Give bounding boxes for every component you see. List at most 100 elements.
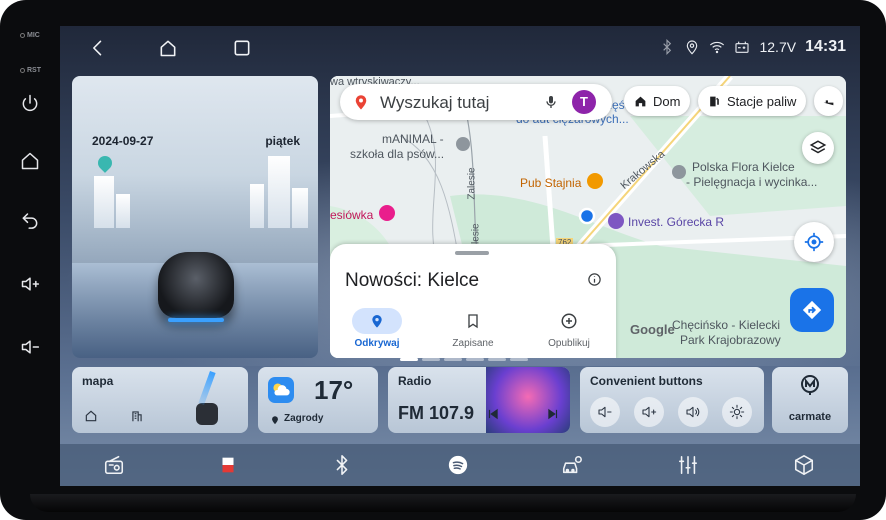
- chip-gas-stations[interactable]: Stacje paliw: [698, 86, 807, 116]
- bluetooth-icon: [336, 455, 348, 475]
- page-indicator: [400, 358, 528, 361]
- previous-track-icon[interactable]: [486, 407, 500, 421]
- sheet-handle[interactable]: [455, 251, 489, 255]
- next-track-icon[interactable]: [546, 407, 560, 421]
- tab-explore[interactable]: Odkrywaj: [332, 308, 422, 349]
- location-icon: [687, 40, 698, 55]
- map-poi-label[interactable]: Polska Flora Kielce: [692, 160, 795, 174]
- chip-home[interactable]: Dom: [624, 86, 691, 116]
- office-building-icon[interactable]: [130, 409, 144, 423]
- home-icon: [160, 40, 176, 57]
- dock-bluetooth-button[interactable]: [330, 453, 354, 477]
- bluetooth-icon: [663, 39, 672, 55]
- tab-label: Odkrywaj: [354, 338, 400, 349]
- page-dot: [400, 358, 418, 361]
- chip-label: Dom: [653, 93, 681, 109]
- dock-equalizer-button[interactable]: [676, 453, 700, 477]
- dock-3d-app-button[interactable]: [792, 453, 816, 477]
- rst-button[interactable]: RST: [20, 67, 41, 74]
- location-pin-icon: [95, 153, 115, 173]
- radio-widget[interactable]: Radio FM 107.9: [388, 367, 570, 433]
- dock-radio-button[interactable]: [102, 453, 126, 477]
- map-street-label: Zalesie: [466, 167, 478, 200]
- head-unit-device: MIC RST 12.7V 14:31 2024-09-27 piątek wa…: [0, 0, 886, 520]
- power-icon: [22, 94, 38, 112]
- nav-back-button[interactable]: [86, 36, 110, 60]
- side-volume-down-button[interactable]: [17, 334, 43, 360]
- cloud-sun-icon: [273, 383, 290, 396]
- brightness-icon: [729, 404, 745, 420]
- location-pin-icon: [372, 315, 382, 328]
- radio-artwork: [486, 367, 570, 433]
- app-dock: [60, 444, 860, 486]
- nav-recents-button[interactable]: [230, 36, 254, 60]
- map-poi-label[interactable]: - Pielęgnacja i wycinka...: [686, 175, 817, 189]
- account-avatar[interactable]: T: [572, 90, 596, 114]
- chip-label: Stacje paliw: [727, 93, 797, 109]
- layers-icon: [809, 140, 827, 154]
- google-logo: Google: [630, 322, 675, 337]
- widget-title: Convenient buttons: [590, 374, 703, 388]
- mapa-widget[interactable]: mapa: [72, 367, 248, 433]
- map-poi-label[interactable]: mANIMAL -: [382, 132, 444, 146]
- widget-title: Radio: [398, 374, 432, 388]
- car-image: [158, 252, 234, 322]
- date-text: 2024-09-27: [92, 134, 154, 148]
- tab-contribute[interactable]: Opublikuj: [524, 308, 614, 349]
- map-poi-label[interactable]: Invest. Górecka R: [628, 215, 724, 229]
- map-poi-label[interactable]: esiówka: [330, 208, 373, 222]
- dock-flag-app-button[interactable]: [216, 453, 240, 477]
- back-icon: [22, 213, 38, 229]
- nav-home-button[interactable]: [156, 36, 180, 60]
- building-decor: [292, 188, 308, 228]
- spotify-icon: [448, 455, 468, 475]
- volume-up-button[interactable]: [634, 397, 664, 427]
- tab-saved[interactable]: Zapisane: [428, 308, 518, 349]
- carmate-widget[interactable]: carmate: [772, 367, 848, 433]
- map-poi-label[interactable]: Chęcińsko - Kielecki: [672, 318, 780, 332]
- home-icon[interactable]: [84, 409, 98, 423]
- volume-down-icon: [21, 340, 40, 354]
- temperature-text: 17°: [314, 375, 354, 405]
- volume-down-button[interactable]: [590, 397, 620, 427]
- car-settings-icon: [562, 455, 582, 474]
- carmate-logo-icon: [801, 375, 819, 395]
- location-pin-icon: [272, 416, 278, 425]
- add-circle-icon: [561, 313, 577, 329]
- side-back-button[interactable]: [17, 206, 43, 232]
- status-indicators: 12.7V 14:31: [659, 38, 846, 56]
- dock-car-settings-button[interactable]: [560, 453, 584, 477]
- map-poi-label[interactable]: Pub Stajnia: [520, 176, 581, 190]
- microphone-icon[interactable]: [543, 93, 559, 111]
- status-bar: 12.7V 14:31: [60, 26, 860, 72]
- map-poi-label[interactable]: Park Krajobrazowy: [680, 333, 781, 347]
- side-home-button[interactable]: [17, 148, 43, 174]
- directions-button[interactable]: [790, 288, 834, 332]
- brightness-button[interactable]: [722, 397, 752, 427]
- my-location-button[interactable]: [794, 222, 834, 262]
- google-maps-widget[interactable]: wa wtryskiwaczy... do aut ciężarowych...…: [330, 76, 846, 358]
- search-input[interactable]: Wyszukaj tutaj: [380, 93, 489, 113]
- home-icon: [21, 152, 39, 170]
- power-button[interactable]: [17, 90, 43, 116]
- explore-bottom-sheet[interactable]: Nowości: Kielce Odkrywaj Zapisane Opubli…: [330, 244, 616, 358]
- speaker-icon: [686, 406, 700, 418]
- page-dot: [510, 358, 528, 361]
- weather-widget[interactable]: 17° Zagrody: [258, 367, 378, 433]
- page-dot: [466, 358, 484, 361]
- crosshair-icon: [804, 232, 824, 252]
- layers-button[interactable]: [802, 132, 834, 164]
- side-volume-up-button[interactable]: [17, 271, 43, 297]
- info-icon[interactable]: [587, 272, 602, 287]
- dock-spotify-button[interactable]: [446, 453, 470, 477]
- car-battery-icon: [735, 41, 750, 53]
- radio-icon: [104, 455, 124, 475]
- route-decor: [198, 370, 216, 406]
- map-poi-label[interactable]: szkoła dla psów...: [350, 147, 444, 161]
- gas-station-icon: [710, 96, 719, 106]
- chip-hotels[interactable]: [814, 86, 843, 116]
- building-decor: [116, 194, 130, 228]
- car-status-card[interactable]: 2024-09-27 piątek: [72, 76, 318, 358]
- sound-button[interactable]: [678, 397, 708, 427]
- map-search-bar[interactable]: Wyszukaj tutaj T: [340, 84, 612, 120]
